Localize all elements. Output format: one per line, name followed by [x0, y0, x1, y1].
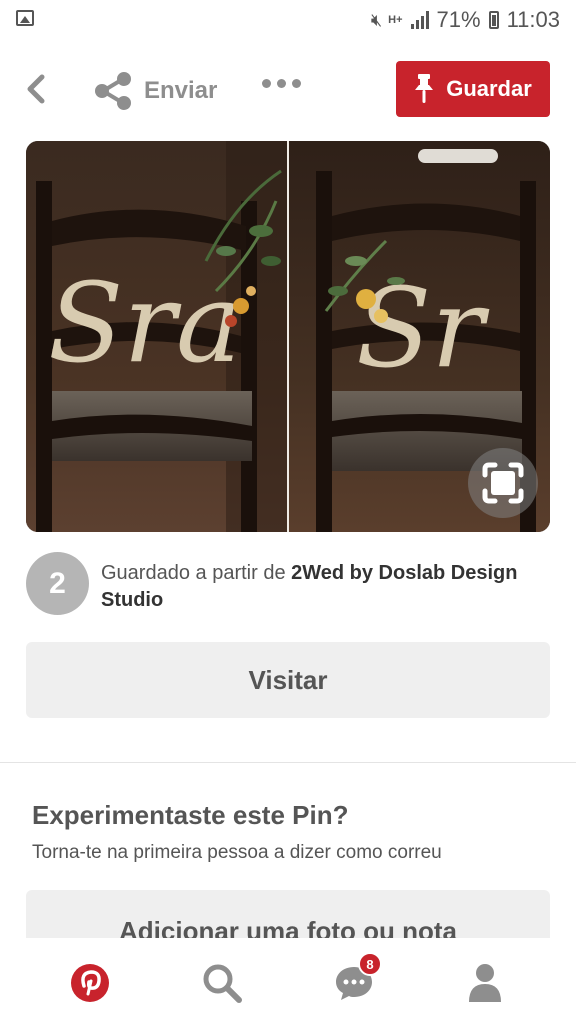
profile-icon [469, 964, 501, 1002]
share-icon [95, 72, 131, 110]
visual-search-button[interactable] [468, 448, 538, 518]
source-avatar[interactable]: 2 [26, 552, 89, 615]
battery-icon [488, 11, 499, 29]
mute-icon: 🔇︎ [370, 9, 382, 30]
send-label: Enviar [144, 77, 218, 104]
messages-badge: 8 [358, 952, 382, 976]
clock: 11:03 [506, 7, 560, 32]
bottom-navigation: 8 [0, 938, 576, 1024]
battery-percent: 71% [436, 7, 481, 32]
status-bar: 🔇︎ H+ 71% 11:03 [0, 0, 576, 40]
nav-search[interactable] [192, 958, 252, 1008]
attribution-text: Guardado a partir de 2Wed by Doslab Desi… [101, 560, 551, 614]
nav-messages[interactable]: 8 [324, 952, 384, 1008]
save-button[interactable]: Guardar [396, 61, 550, 117]
tried-pin-subtitle: Torna-te na primeira pessoa a dizer como… [32, 842, 442, 863]
back-button[interactable] [18, 67, 58, 111]
pinterest-logo-icon [71, 964, 109, 1002]
visit-button[interactable]: Visitar [26, 642, 550, 718]
pin-action-bar: Enviar Guardar [0, 55, 576, 125]
status-indicators: 🔇︎ H+ 71% 11:03 [371, 6, 560, 34]
signal-icon [410, 11, 429, 29]
chevron-left-icon [27, 74, 45, 104]
save-label: Guardar [446, 76, 532, 101]
visit-label: Visitar [248, 664, 328, 695]
gallery-notification-icon [16, 10, 34, 26]
section-divider [0, 762, 576, 763]
more-dots-icon [262, 79, 271, 88]
pin-image[interactable]: Sra Sr [26, 141, 550, 532]
sr-sign: Sr [356, 264, 490, 392]
nav-profile[interactable] [455, 958, 515, 1008]
network-type-icon: H+ [388, 14, 403, 26]
pushpin-icon [415, 74, 434, 103]
send-button[interactable]: Enviar [94, 69, 217, 113]
sra-sign: Sra [48, 259, 242, 387]
more-options-button[interactable] [262, 79, 301, 88]
tried-pin-title: Experimentaste este Pin? [32, 800, 349, 830]
search-icon [203, 964, 242, 1003]
saved-from-label: Guardado a partir de [101, 562, 292, 584]
lens-icon [482, 462, 524, 504]
pin-attribution: 2 Guardado a partir de 2Wed by Doslab De… [26, 552, 550, 622]
nav-home[interactable] [60, 958, 120, 1008]
